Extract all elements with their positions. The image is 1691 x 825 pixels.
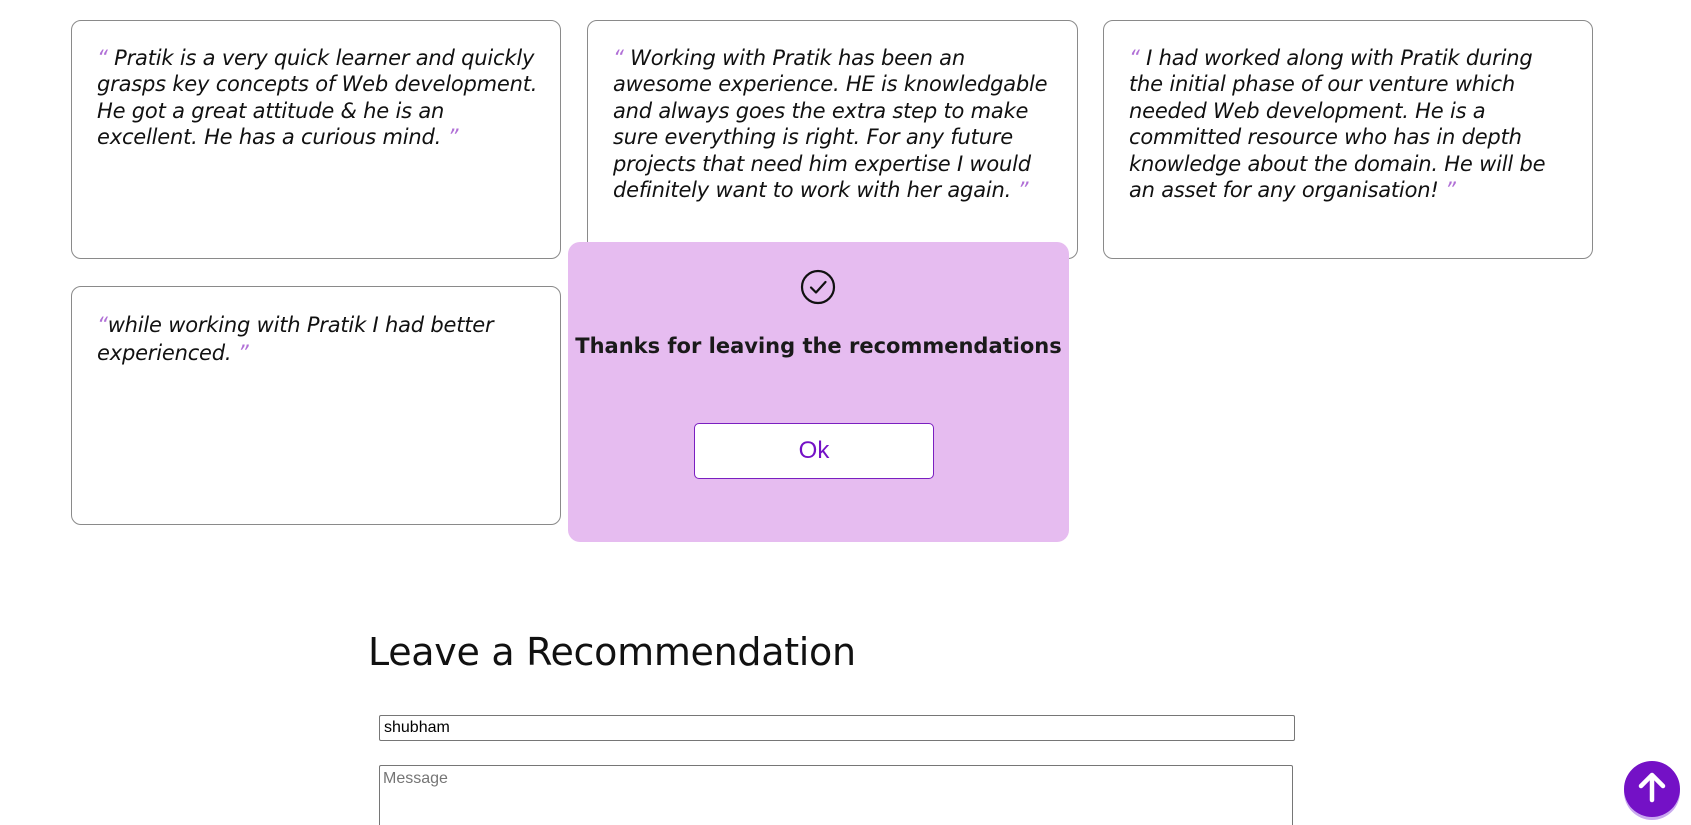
message-field[interactable] [379, 765, 1293, 825]
arrow-up-icon [1635, 770, 1669, 808]
recommendations-page: “ Pratik is a very quick learner and qui… [0, 0, 1691, 825]
open-quote: “ [97, 313, 108, 337]
open-quote: “ [1129, 46, 1140, 70]
close-quote: ” [1445, 178, 1456, 203]
open-quote: “ [613, 46, 624, 70]
name-field[interactable] [379, 715, 1295, 741]
check-circle-icon [800, 269, 836, 305]
modal-message: Thanks for leaving the recommendations [575, 334, 1062, 358]
recommendation-card: “while working with Pratik I had better … [71, 286, 561, 525]
recommendation-body: Working with Pratik has been an awesome … [613, 46, 1048, 203]
scroll-to-top-button[interactable] [1624, 761, 1680, 817]
recommendation-body: Pratik is a very quick learner and quick… [97, 46, 538, 150]
close-quote: ” [1017, 178, 1029, 203]
recommendation-text: “ I had worked along with Pratik during … [1129, 45, 1570, 203]
ok-button[interactable]: Ok [694, 423, 934, 479]
confirmation-modal: Thanks for leaving the recommendations O… [568, 242, 1069, 542]
recommendation-body: while working with Pratik I had better e… [97, 313, 494, 365]
recommendation-card: “ Pratik is a very quick learner and qui… [71, 20, 561, 259]
recommendation-body: I had worked along with Pratik during th… [1129, 46, 1546, 203]
section-title: Leave a Recommendation [368, 630, 856, 674]
close-quote: ” [447, 125, 459, 150]
close-quote: ” [237, 341, 249, 365]
recommendation-card: “ Working with Pratik has been an awesom… [587, 20, 1078, 259]
recommendation-text: “while working with Pratik I had better … [97, 311, 538, 367]
open-quote: “ [97, 46, 108, 70]
recommendation-text: “ Working with Pratik has been an awesom… [613, 45, 1055, 203]
recommendation-text: “ Pratik is a very quick learner and qui… [97, 45, 538, 151]
recommendation-card: “ I had worked along with Pratik during … [1103, 20, 1593, 259]
